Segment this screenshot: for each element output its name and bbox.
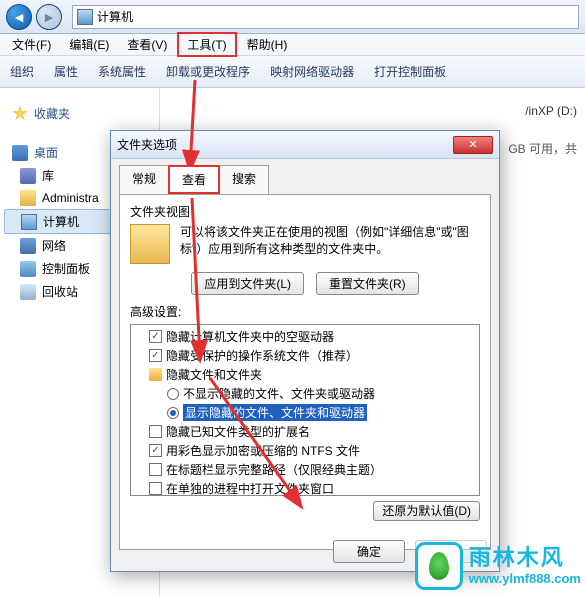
- folder-views-label: 文件夹视图: [130, 203, 480, 220]
- tree-item[interactable]: 在单独的进程中打开文件夹窗口: [131, 479, 479, 496]
- back-button[interactable]: ◄: [6, 4, 32, 30]
- dialog-title: 文件夹选项: [117, 136, 177, 153]
- apply-to-folders-button[interactable]: 应用到文件夹(L): [191, 272, 304, 295]
- tree-item-label: 不显示隐藏的文件、文件夹或驱动器: [183, 385, 375, 402]
- dialog-titlebar[interactable]: 文件夹选项 ✕: [111, 131, 499, 159]
- tree-item[interactable]: ✓ 隐藏计算机文件夹中的空驱动器: [131, 327, 479, 346]
- computer-icon: [21, 214, 37, 230]
- toolbar: 组织 属性 系统属性 卸载或更改程序 映射网络驱动器 打开控制面板: [0, 56, 585, 88]
- sidebar-favorites[interactable]: 收藏夹: [0, 102, 159, 125]
- tb-cpanel[interactable]: 打开控制面板: [374, 63, 446, 80]
- tree-item-label: 显示隐藏的文件、文件夹和驱动器: [183, 404, 367, 421]
- menu-tools[interactable]: 工具(T): [177, 32, 236, 57]
- tree-item-label: 隐藏已知文件类型的扩展名: [166, 423, 310, 440]
- advanced-tree[interactable]: ✓ 隐藏计算机文件夹中的空驱动器 ✓ 隐藏受保护的操作系统文件（推荐） 隐藏文件和文件夹…: [130, 324, 480, 496]
- drive-label: /inXP (D:): [525, 104, 577, 118]
- tab-view[interactable]: 查看: [168, 165, 220, 194]
- tree-item[interactable]: ✓ 隐藏受保护的操作系统文件（推荐）: [131, 346, 479, 365]
- breadcrumb[interactable]: 计算机: [97, 8, 133, 25]
- folder-options-dialog: 文件夹选项 ✕ 常规 查看 搜索 文件夹视图 可以将该文件夹正在使用的视图（例如…: [110, 130, 500, 572]
- tree-item[interactable]: 显示隐藏的文件、文件夹和驱动器: [131, 403, 479, 422]
- tree-item-label: 在单独的进程中打开文件夹窗口: [166, 480, 334, 496]
- tb-uninstall[interactable]: 卸载或更改程序: [166, 63, 250, 80]
- checkbox-icon[interactable]: ✓: [149, 330, 162, 343]
- menu-view[interactable]: 查看(V): [119, 34, 175, 55]
- tree-item[interactable]: ✓ 用彩色显示加密或压缩的 NTFS 文件: [131, 441, 479, 460]
- tab-search[interactable]: 搜索: [219, 165, 269, 194]
- tree-item[interactable]: 隐藏已知文件类型的扩展名: [131, 422, 479, 441]
- tab-body: 文件夹视图 可以将该文件夹正在使用的视图（例如"详细信息"或"图标"）应用到所有…: [119, 194, 491, 550]
- tb-organize[interactable]: 组织: [10, 63, 34, 80]
- watermark-logo-icon: [415, 542, 463, 590]
- recycle-icon: [20, 284, 36, 300]
- tree-item-label: 隐藏受保护的操作系统文件（推荐）: [166, 347, 358, 364]
- radio-icon[interactable]: [167, 407, 179, 419]
- tree-item-label: 隐藏文件和文件夹: [166, 366, 262, 383]
- tree-item[interactable]: 在标题栏显示完整路径（仅限经典主题）: [131, 460, 479, 479]
- folder-views-desc: 可以将该文件夹正在使用的视图（例如"详细信息"或"图标"）应用到所有这种类型的文…: [180, 224, 480, 258]
- nav-bar: ◄ ► 计算机: [0, 0, 585, 34]
- computer-icon: [77, 9, 93, 25]
- advanced-label: 高级设置:: [130, 303, 480, 320]
- checkbox-icon[interactable]: [149, 482, 162, 495]
- menu-edit[interactable]: 编辑(E): [61, 34, 117, 55]
- checkbox-icon[interactable]: ✓: [149, 349, 162, 362]
- checkbox-icon[interactable]: [149, 463, 162, 476]
- library-icon: [20, 168, 36, 184]
- tree-item-label: 隐藏计算机文件夹中的空驱动器: [166, 328, 334, 345]
- tree-item-label: 在标题栏显示完整路径（仅限经典主题）: [166, 461, 382, 478]
- address-bar[interactable]: 计算机: [72, 5, 579, 29]
- radio-icon[interactable]: [167, 388, 179, 400]
- star-icon: [12, 106, 28, 122]
- menu-file[interactable]: 文件(F): [4, 34, 59, 55]
- checkbox-icon[interactable]: [149, 425, 162, 438]
- tree-item-label: 用彩色显示加密或压缩的 NTFS 文件: [166, 442, 360, 459]
- ok-button[interactable]: 确定: [333, 540, 405, 563]
- desktop-icon: [12, 145, 28, 161]
- tab-general[interactable]: 常规: [119, 165, 169, 194]
- forward-button[interactable]: ►: [36, 4, 62, 30]
- control-panel-icon: [20, 261, 36, 277]
- reset-folders-button[interactable]: 重置文件夹(R): [316, 272, 419, 295]
- tb-properties[interactable]: 属性: [54, 63, 78, 80]
- checkbox-icon[interactable]: ✓: [149, 444, 162, 457]
- tb-sysprops[interactable]: 系统属性: [98, 63, 146, 80]
- tree-item[interactable]: 不显示隐藏的文件、文件夹或驱动器: [131, 384, 479, 403]
- close-button[interactable]: ✕: [453, 136, 493, 154]
- folder-icon: [20, 190, 36, 206]
- network-icon: [20, 238, 36, 254]
- watermark-name: 雨林木风: [469, 545, 581, 571]
- menu-help[interactable]: 帮助(H): [239, 34, 296, 55]
- tree-item[interactable]: 隐藏文件和文件夹: [131, 365, 479, 384]
- tab-strip: 常规 查看 搜索: [111, 159, 499, 194]
- restore-defaults-button[interactable]: 还原为默认值(D): [373, 501, 480, 521]
- watermark-url: www.ylmf888.com: [469, 571, 581, 587]
- tb-mapdrive[interactable]: 映射网络驱动器: [270, 63, 354, 80]
- folder-icon: [149, 368, 162, 381]
- watermark: 雨林木风 www.ylmf888.com: [415, 542, 581, 590]
- menu-bar: 文件(F) 编辑(E) 查看(V) 工具(T) 帮助(H): [0, 34, 585, 56]
- folder-icon: [130, 224, 170, 264]
- drive-stat: GB 可用，共: [508, 140, 577, 157]
